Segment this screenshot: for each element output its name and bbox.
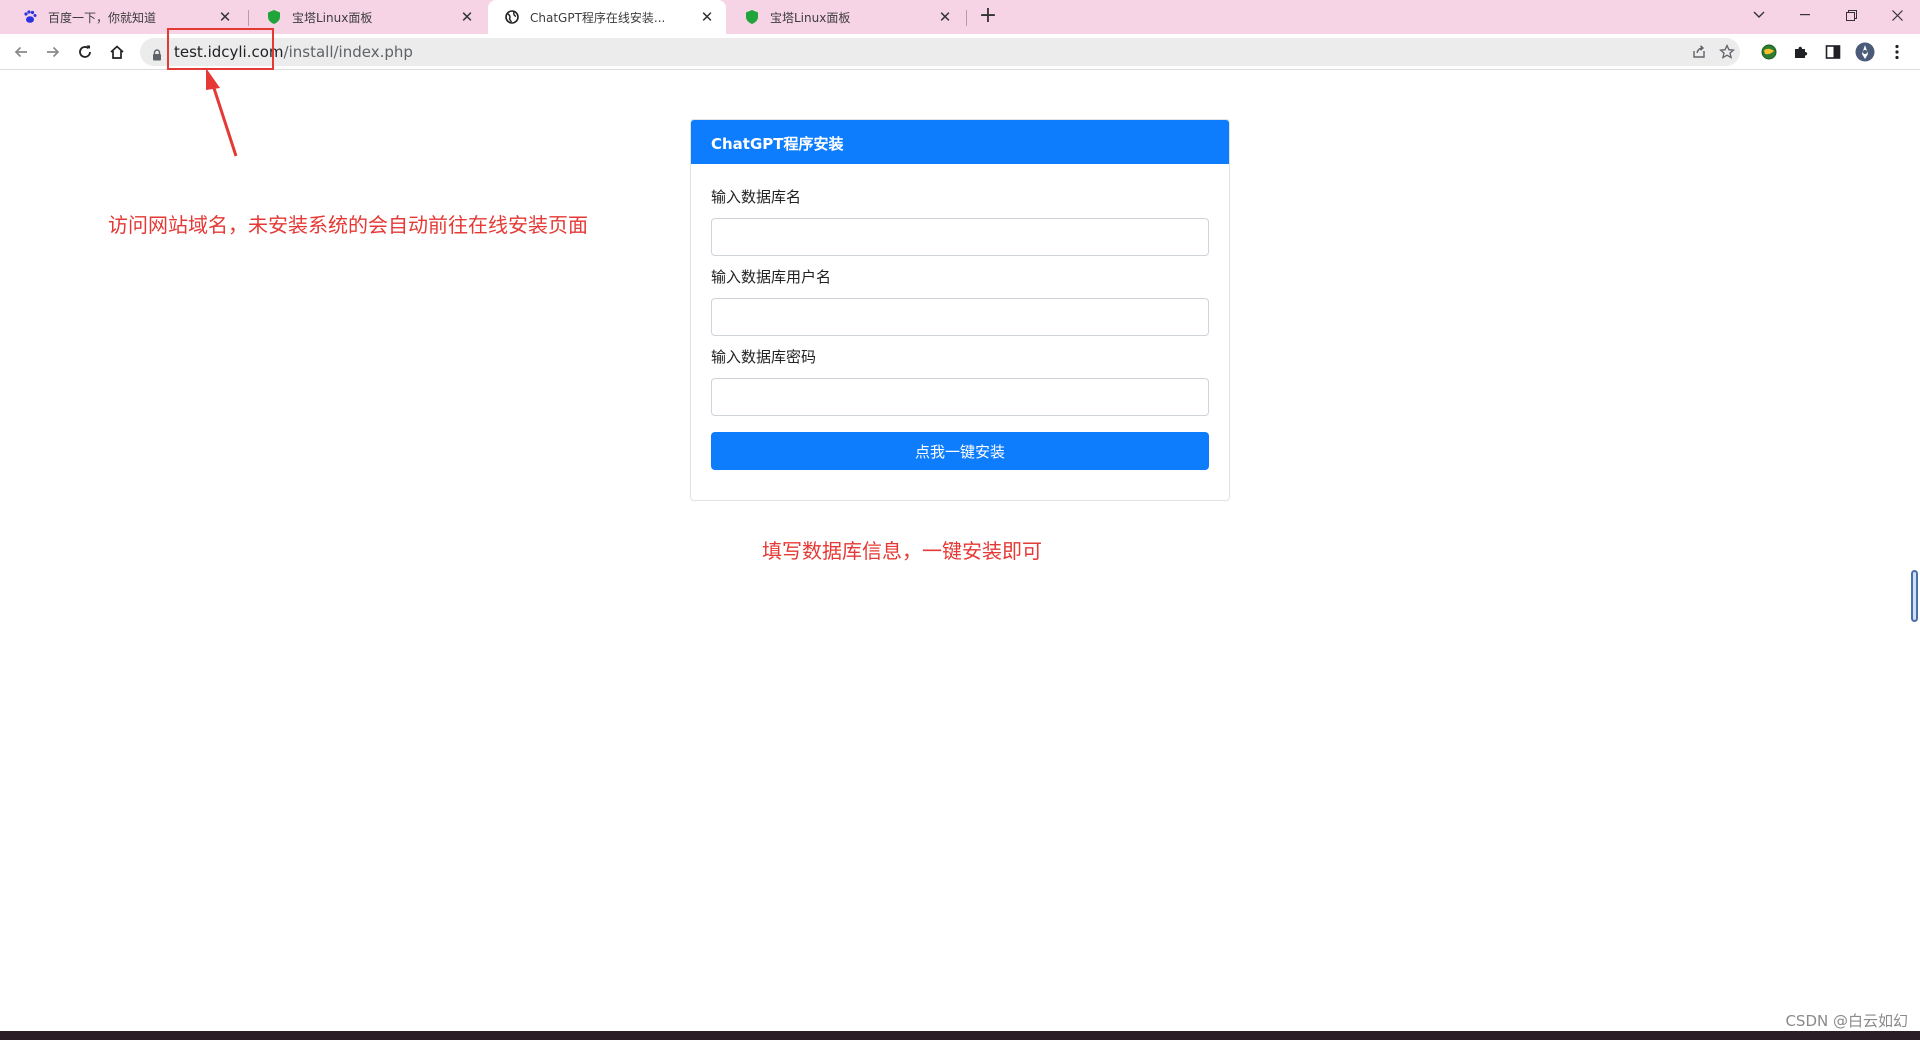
install-button[interactable]: 点我一键安装 [711, 432, 1209, 470]
db-user-label: 输入数据库用户名 [711, 268, 832, 286]
lock-icon[interactable] [152, 46, 162, 65]
annotation-arrow-icon [206, 68, 238, 157]
back-icon[interactable] [8, 39, 34, 65]
tab-search-icon[interactable] [1736, 0, 1782, 30]
install-card-header: ChatGPT程序安装 [691, 120, 1229, 164]
tab-chatgpt-install[interactable]: ChatGPT程序在线安装... ✕ [488, 0, 726, 34]
restore-icon[interactable] [1828, 0, 1874, 30]
profile-avatar-icon[interactable] [1854, 41, 1876, 63]
minimize-icon[interactable] [1782, 0, 1828, 30]
baota-shield-icon [744, 9, 760, 25]
close-tab-icon[interactable]: ✕ [216, 8, 234, 26]
annotation-url-note: 访问网站域名，未安装系统的会自动前往在线安装页面 [108, 213, 588, 237]
close-tab-icon[interactable]: ✕ [458, 8, 476, 26]
db-password-input[interactable] [711, 378, 1209, 416]
db-name-input[interactable] [711, 218, 1209, 256]
page-scrollbar[interactable] [1911, 570, 1918, 622]
os-taskbar [0, 1031, 1920, 1040]
screenshot-frame: 百度一下，你就知道 ✕ 宝塔Linux面板 ✕ ChatGPT程序在线安装...… [0, 0, 1920, 1040]
bookmark-star-icon[interactable] [1716, 42, 1738, 62]
install-card: ChatGPT程序安装 输入数据库名 输入数据库用户名 输入数据库密码 点我一键… [690, 119, 1230, 501]
baota-shield-icon [266, 9, 282, 25]
extension-globe-icon[interactable] [1758, 41, 1780, 63]
tab-title: 宝塔Linux面板 [292, 10, 373, 25]
side-panel-icon[interactable] [1822, 41, 1844, 63]
close-tab-icon[interactable]: ✕ [698, 8, 716, 26]
home-icon[interactable] [104, 39, 130, 65]
close-tab-icon[interactable]: ✕ [936, 8, 954, 26]
tab-strip: 百度一下，你就知道 ✕ 宝塔Linux面板 ✕ ChatGPT程序在线安装...… [0, 0, 1920, 34]
reload-icon[interactable] [72, 39, 98, 65]
db-password-label: 输入数据库密码 [711, 348, 817, 366]
globe-icon [504, 9, 520, 25]
browser-toolbar: test.idcyli.com/install/index.php [0, 34, 1920, 70]
browser-menu-icon[interactable] [1886, 41, 1908, 63]
extensions-puzzle-icon[interactable] [1790, 41, 1812, 63]
new-tab-button[interactable]: + [976, 5, 1000, 29]
db-name-label: 输入数据库名 [711, 188, 802, 206]
url-path: /install/index.php [283, 43, 413, 61]
csdn-watermark: CSDN @白云如幻 [1785, 1012, 1908, 1030]
tab-title: 宝塔Linux面板 [770, 10, 851, 25]
tab-baota-1[interactable]: 宝塔Linux面板 ✕ [250, 0, 486, 34]
share-icon[interactable] [1688, 42, 1710, 62]
forward-icon[interactable] [40, 39, 66, 65]
install-form: 输入数据库名 输入数据库用户名 输入数据库密码 点我一键安装 [691, 164, 1229, 484]
tab-baota-2[interactable]: 宝塔Linux面板 ✕ [728, 0, 964, 34]
db-user-input[interactable] [711, 298, 1209, 336]
tab-title: 百度一下，你就知道 [48, 10, 157, 25]
close-window-icon[interactable] [1874, 0, 1920, 30]
tab-title: ChatGPT程序在线安装... [530, 10, 666, 25]
address-bar[interactable]: test.idcyli.com/install/index.php [140, 38, 1740, 66]
url-highlight-box [167, 28, 274, 70]
tab-separator [248, 10, 249, 26]
annotation-form-note: 填写数据库信息，一键安装即可 [762, 539, 1042, 563]
tab-separator [966, 10, 967, 26]
baidu-paw-icon [22, 9, 38, 25]
